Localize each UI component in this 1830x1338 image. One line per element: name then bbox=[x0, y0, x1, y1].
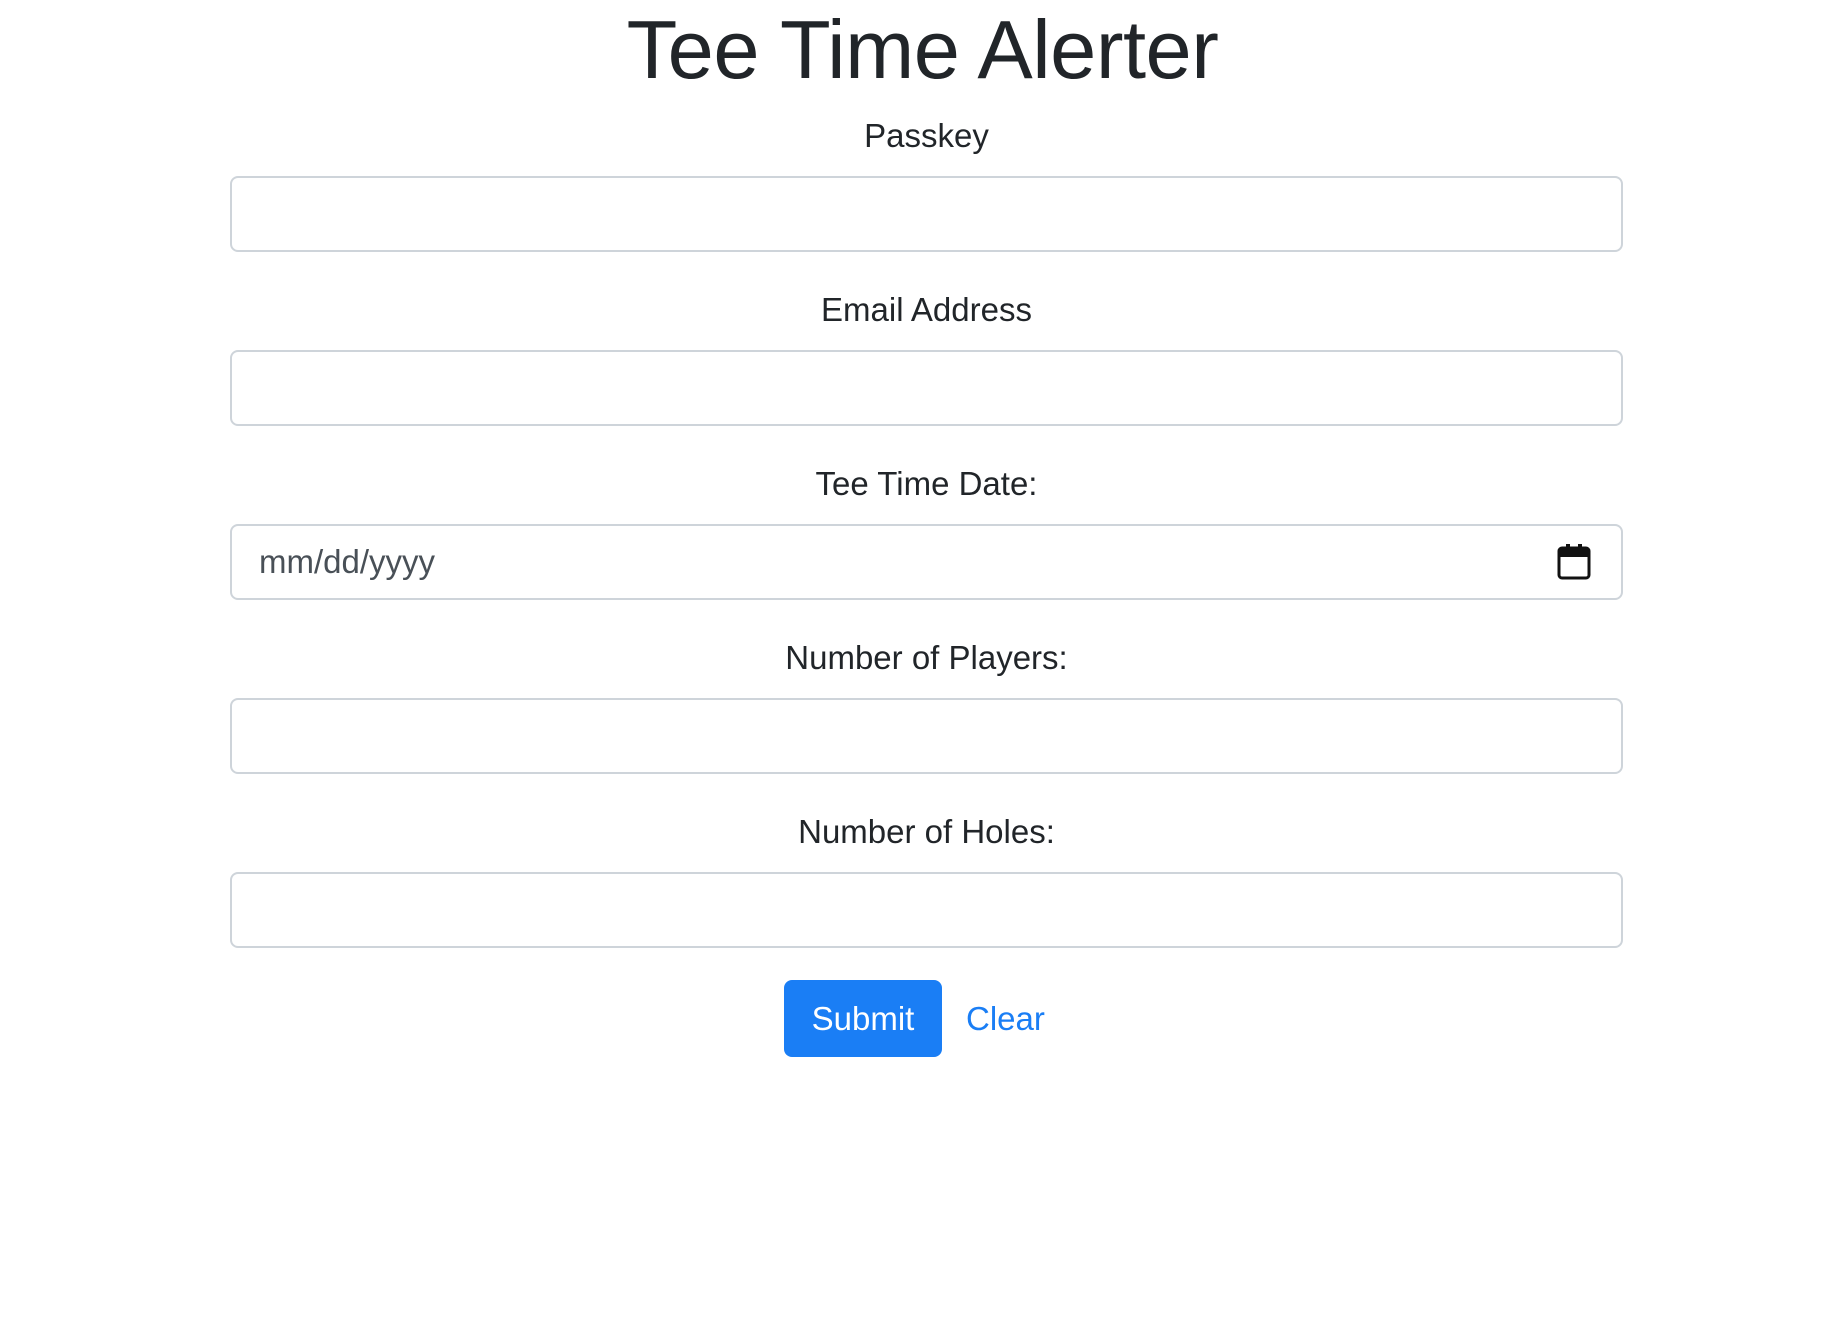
players-input[interactable] bbox=[230, 698, 1623, 774]
passkey-label: Passkey bbox=[864, 117, 989, 154]
submit-button[interactable]: Submit bbox=[784, 980, 942, 1057]
email-input[interactable] bbox=[230, 350, 1623, 426]
date-label: Tee Time Date: bbox=[815, 465, 1038, 502]
passkey-input[interactable] bbox=[230, 176, 1623, 252]
page: Tee Time Alerter Passkey Email Address T… bbox=[0, 0, 1830, 1338]
players-label: Number of Players: bbox=[785, 639, 1068, 676]
clear-link[interactable]: Clear bbox=[966, 980, 1045, 1057]
holes-label: Number of Holes: bbox=[798, 813, 1055, 850]
date-input[interactable]: mm/dd/yyyy bbox=[230, 524, 1623, 600]
date-placeholder: mm/dd/yyyy bbox=[259, 543, 436, 580]
page-title: Tee Time Alerter bbox=[626, 3, 1219, 96]
holes-input[interactable] bbox=[230, 872, 1623, 948]
email-label: Email Address bbox=[821, 291, 1032, 328]
calendar-icon[interactable] bbox=[1557, 544, 1591, 580]
form-actions: Submit Clear bbox=[0, 980, 1830, 1057]
